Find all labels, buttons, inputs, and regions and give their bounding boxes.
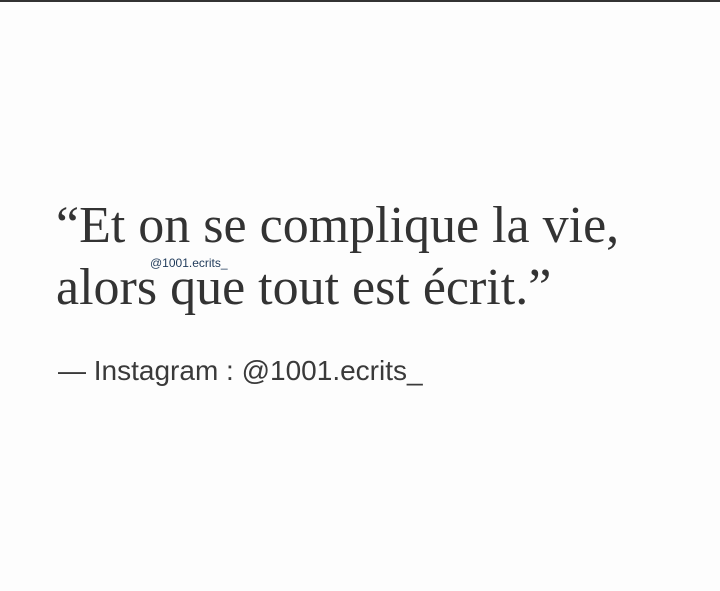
attribution: — Instagram : @1001.ecrits_ xyxy=(58,355,423,386)
quote-line-1: “Et on se complique la vie, xyxy=(56,197,620,254)
quote-line-2: alors que tout est écrit.” xyxy=(56,259,552,316)
watermark: @1001.ecrits_ xyxy=(150,256,228,270)
top-border xyxy=(0,0,720,2)
